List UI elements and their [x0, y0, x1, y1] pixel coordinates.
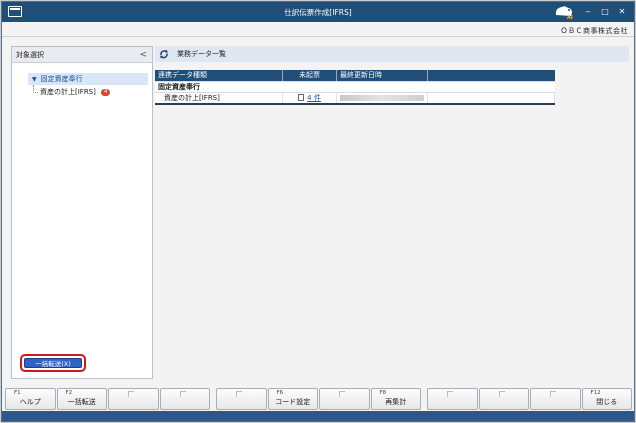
pending-cell: 4 件 [283, 93, 337, 103]
divider [2, 36, 634, 37]
tree-node-label: 資産の計上[IFRS] [40, 88, 96, 96]
f5-button[interactable] [216, 388, 267, 410]
function-key-text: コード設定 [275, 398, 311, 406]
refresh-icon[interactable] [159, 49, 169, 59]
function-key-label: F12 [590, 390, 601, 396]
business-data-table: 連携データ種類 未起票 最終更新日時 固定資産奉行 資産の計上[IFRS] 4 … [155, 70, 555, 105]
f2-bulk-transfer-button[interactable]: F2 一括転送 [56, 388, 107, 410]
f4-button[interactable] [159, 388, 210, 410]
main-header: 業務データ一覧 [155, 46, 629, 62]
function-key-label: F8 [379, 390, 387, 396]
app-window: 仕訳伝票作成[IFRS] AI ‒ □ ✕ ＯＢＣ商事株式会社 対象選択 < ▼… [1, 1, 635, 422]
bulk-transfer-button[interactable]: 一括転送(X) [24, 358, 82, 368]
collapse-icon[interactable]: < [139, 47, 147, 63]
function-key-text: 閉じる [596, 398, 618, 406]
tree-connector [33, 92, 38, 93]
close-button[interactable]: ✕ [616, 6, 628, 18]
f6-code-settings-button[interactable]: F6 コード設定 [267, 388, 318, 410]
tree-node-fixed-assets[interactable]: ▼ 固定資産奉行 [28, 73, 148, 85]
data-type-cell: 資産の計上[IFRS] [155, 93, 283, 103]
ai-badge-text: AI [567, 15, 573, 20]
pending-count-link[interactable]: 4 件 [307, 94, 321, 102]
function-key-bar: F1 ヘルプ F2 一括転送 F6 コード設定 F8 再集計 F12 閉じる [5, 388, 632, 410]
column-header[interactable]: 連携データ種類 [155, 70, 283, 81]
function-key-label: F1 [14, 390, 21, 396]
f7-button[interactable] [319, 388, 370, 410]
function-key-label: F2 [65, 390, 73, 396]
f1-help-button[interactable]: F1 ヘルプ [5, 388, 56, 410]
panel-header: 対象選択 < [12, 47, 152, 63]
last-updated-cell [337, 93, 428, 103]
column-header [428, 70, 555, 81]
main-title: 業務データ一覧 [177, 50, 226, 58]
target-selection-panel: 対象選択 < ▼ 固定資産奉行 資産の計上[IFRS] 4 一括転送(X) [11, 46, 153, 379]
count-badge: 4 [100, 88, 111, 96]
redacted-timestamp [340, 95, 424, 101]
maximize-button[interactable]: □ [599, 6, 611, 18]
tree-node-asset-registration[interactable]: 資産の計上[IFRS] 4 [40, 86, 111, 98]
group-label: 固定資産奉行 [158, 83, 200, 91]
ai-assistant-icon[interactable]: AI [553, 4, 575, 20]
panel-title: 対象選択 [16, 51, 44, 59]
column-header[interactable]: 未起票 [283, 70, 337, 81]
f12-close-button[interactable]: F12 閉じる [581, 388, 632, 410]
f9-button[interactable] [427, 388, 478, 410]
document-edit-icon [298, 93, 305, 101]
f10-button[interactable] [478, 388, 529, 410]
table-row[interactable]: 資産の計上[IFRS] 4 件 [155, 92, 555, 103]
f8-recalculate-button[interactable]: F8 再集計 [370, 388, 421, 410]
function-key-label: F6 [276, 390, 284, 396]
function-key-text: ヘルプ [19, 398, 41, 406]
f11-button[interactable] [530, 388, 581, 410]
column-header[interactable]: 最終更新日時 [337, 70, 428, 81]
table-header: 連携データ種類 未起票 最終更新日時 [155, 70, 555, 81]
company-name: ＯＢＣ商事株式会社 [560, 27, 628, 35]
function-key-text: 一括転送 [67, 398, 96, 406]
empty-cell [428, 93, 555, 103]
minimize-button[interactable]: ‒ [582, 6, 594, 18]
tree-node-label: 固定資産奉行 [40, 75, 83, 83]
bulk-transfer-highlight: 一括転送(X) [20, 354, 86, 372]
table-group-row: 固定資産奉行 [155, 81, 555, 92]
window-title: 仕訳伝票作成[IFRS] [284, 8, 352, 17]
status-bar [2, 411, 634, 421]
title-bar: 仕訳伝票作成[IFRS] AI ‒ □ ✕ [2, 2, 634, 22]
function-key-text: 再集計 [385, 398, 407, 406]
f3-button[interactable] [108, 388, 159, 410]
